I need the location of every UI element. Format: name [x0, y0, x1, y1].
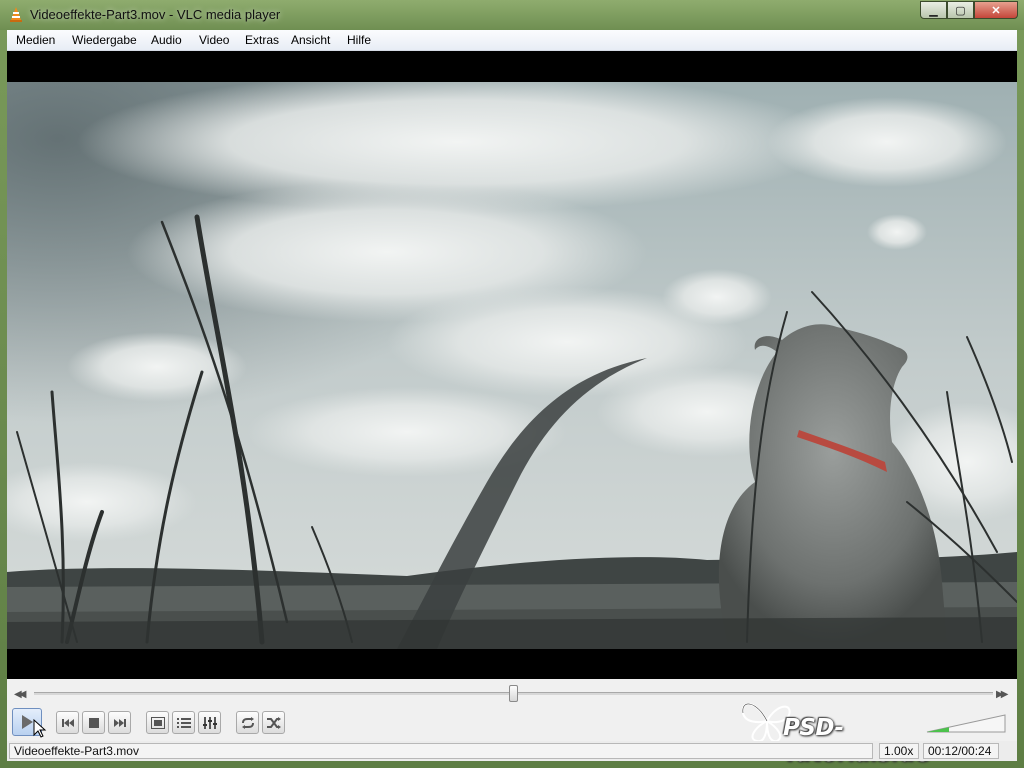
- playlist-icon: [176, 717, 191, 728]
- mouse-cursor-icon: [33, 719, 47, 738]
- title-bar[interactable]: Videoeffekte-Part3.mov - VLC media playe…: [0, 0, 1024, 30]
- loop-button[interactable]: [236, 711, 259, 734]
- minimize-button[interactable]: ▁: [920, 1, 947, 19]
- next-button[interactable]: [108, 711, 131, 734]
- equalizer-icon: [202, 716, 217, 729]
- shuffle-icon: [266, 716, 281, 729]
- menu-ansicht[interactable]: Ansicht: [291, 33, 330, 47]
- maximize-button[interactable]: ▢: [947, 1, 974, 19]
- video-display[interactable]: [7, 51, 1017, 679]
- client-area: Medien Wiedergabe Audio Video Extras Ans…: [7, 30, 1017, 767]
- playback-controls: ◀◀ ▶▶ PSD-: [7, 679, 1017, 767]
- playback-speed[interactable]: 1.00x: [879, 743, 919, 759]
- menu-video[interactable]: Video: [199, 33, 229, 47]
- maximize-icon: ▢: [955, 4, 966, 17]
- window-title: Videoeffekte-Part3.mov - VLC media playe…: [30, 7, 281, 22]
- stop-icon: [88, 717, 99, 728]
- play-icon: [22, 715, 33, 729]
- menu-medien[interactable]: Medien: [16, 33, 55, 47]
- menu-audio[interactable]: Audio: [151, 33, 182, 47]
- status-filename: Videoeffekte-Part3.mov: [9, 743, 873, 759]
- menu-wiedergabe[interactable]: Wiedergabe: [72, 33, 137, 47]
- rewind-icon[interactable]: ◀◀: [14, 689, 27, 700]
- playlist-button[interactable]: [172, 711, 195, 734]
- seek-slider-handle[interactable]: [509, 685, 518, 702]
- vlc-cone-icon: [10, 7, 22, 22]
- time-display[interactable]: 00:12/00:24: [923, 743, 999, 759]
- skip-next-icon: [113, 718, 126, 727]
- fast-forward-icon[interactable]: ▶▶: [996, 689, 1009, 700]
- shuffle-button[interactable]: [262, 711, 285, 734]
- status-bar: Videoeffekte-Part3.mov 1.00x 00:12/00:24: [7, 741, 1017, 761]
- previous-button[interactable]: [56, 711, 79, 734]
- vlc-window: Videoeffekte-Part3.mov - VLC media playe…: [0, 0, 1024, 768]
- fullscreen-icon: [150, 716, 165, 729]
- close-icon: ✕: [991, 4, 1001, 17]
- minimize-icon: ▁: [929, 4, 938, 17]
- fullscreen-button[interactable]: [146, 711, 169, 734]
- video-frame: [7, 82, 1017, 649]
- caption-buttons: ▁ ▢ ✕: [920, 1, 1018, 20]
- stop-button[interactable]: [82, 711, 105, 734]
- loop-icon: [241, 716, 254, 729]
- skip-previous-icon: [61, 718, 74, 727]
- menu-hilfe[interactable]: Hilfe: [347, 33, 371, 47]
- volume-slider[interactable]: [925, 713, 1007, 733]
- seek-row: ◀◀ ▶▶: [7, 683, 1017, 703]
- menu-bar: Medien Wiedergabe Audio Video Extras Ans…: [7, 30, 1017, 51]
- extended-settings-button[interactable]: [198, 711, 221, 734]
- menu-extras[interactable]: Extras: [245, 33, 279, 47]
- close-button[interactable]: ✕: [974, 1, 1018, 19]
